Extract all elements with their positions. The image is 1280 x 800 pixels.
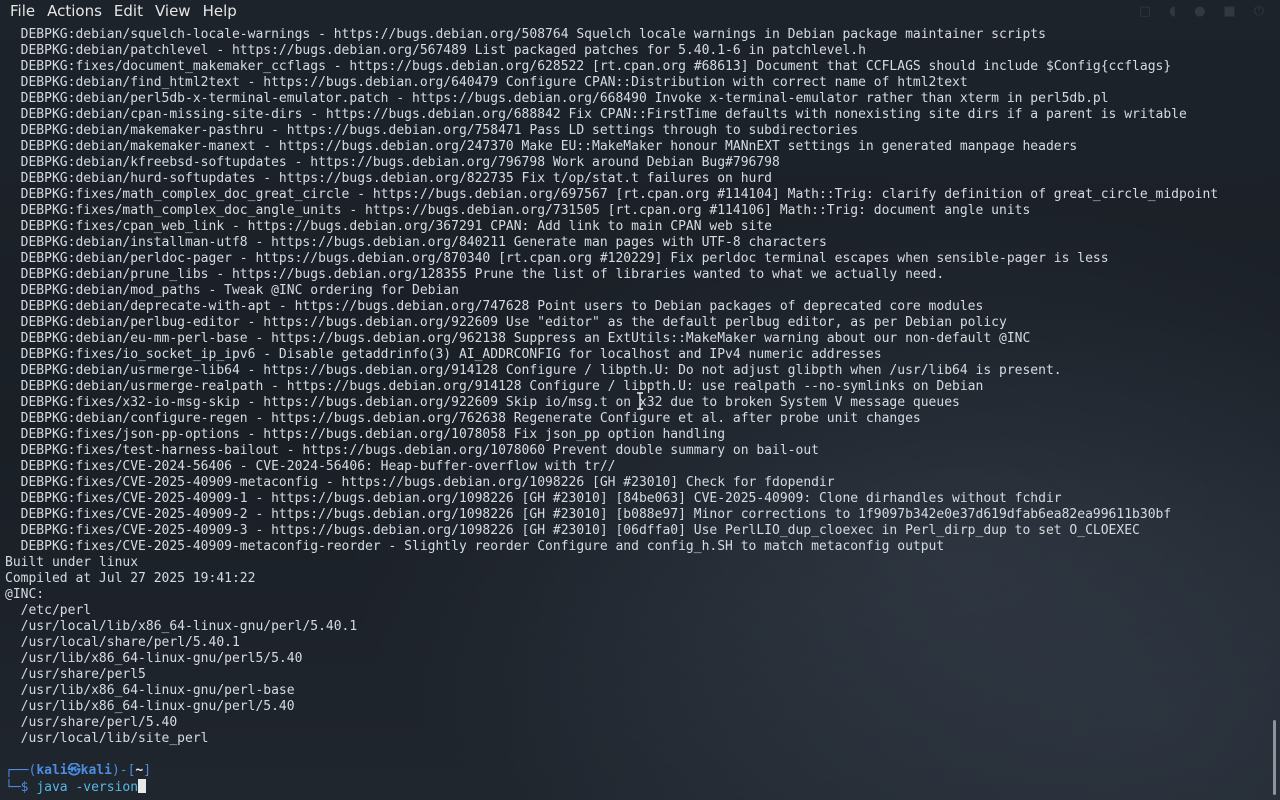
terminal-line: /usr/share/perl/5.40 — [5, 715, 178, 730]
terminal-line: DEBPKG:debian/usrmerge-lib64 - https://b… — [5, 363, 1062, 378]
prompt-user-host: kali㉿kali — [36, 763, 112, 778]
terminal-line: DEBPKG:debian/squelch-locale-warnings - … — [5, 27, 1046, 42]
terminal-line: /usr/local/lib/x86_64-linux-gnu/perl/5.4… — [5, 619, 358, 634]
command-input[interactable]: java -version — [36, 780, 138, 795]
terminal-line: DEBPKG:debian/makemaker-manext - https:/… — [5, 139, 1078, 154]
terminal-line: DEBPKG:debian/cpan-missing-site-dirs - h… — [5, 107, 1187, 122]
terminal-line: DEBPKG:fixes/CVE-2025-40909-2 - https://… — [5, 507, 1172, 522]
terminal-line: DEBPKG:debian/installman-utf8 - https://… — [5, 235, 827, 250]
terminal-line: DEBPKG:debian/makemaker-pasthru - https:… — [5, 123, 859, 138]
text-cursor — [138, 779, 147, 793]
terminal-line: /usr/lib/x86_64-linux-gnu/perl-base — [5, 683, 295, 698]
terminal-line: /usr/lib/x86_64-linux-gnu/perl/5.40 — [5, 699, 295, 714]
ibeam-cursor-icon — [637, 392, 643, 410]
terminal-line: @INC: — [5, 587, 45, 602]
menu-edit[interactable]: Edit — [108, 0, 149, 22]
terminal-line: DEBPKG:debian/perlbug-editor - https://b… — [5, 315, 1007, 330]
terminal-output[interactable]: DEBPKG:debian/squelch-locale-warnings - … — [0, 27, 1280, 800]
terminal-line: DEBPKG:debian/perl5db-x-terminal-emulato… — [5, 91, 1109, 106]
menu-bar: File Actions Edit View Help — [0, 0, 1280, 22]
terminal-line: DEBPKG:fixes/CVE-2025-40909-1 - https://… — [5, 491, 1062, 506]
terminal-line: DEBPKG:fixes/json-pp-options - https://b… — [5, 427, 726, 442]
prompt-corner-top: ┌──( — [5, 763, 37, 778]
prompt-bracket-mid: )-[ — [111, 763, 136, 778]
terminal-line: DEBPKG:debian/patchlevel - https://bugs.… — [5, 43, 866, 58]
terminal-line: DEBPKG:debian/mod_paths - Tweak @INC ord… — [5, 283, 459, 298]
terminal-line: /etc/perl — [5, 603, 92, 618]
terminal-line: DEBPKG:fixes/test-harness-bailout - http… — [5, 443, 819, 458]
terminal-line: /usr/local/share/perl/5.40.1 — [5, 635, 240, 650]
terminal-line: DEBPKG:debian/perldoc-pager - https://bu… — [5, 251, 1109, 266]
terminal-line: /usr/lib/x86_64-linux-gnu/perl5/5.40 — [5, 651, 303, 666]
terminal-line: /usr/local/lib/site_perl — [5, 731, 209, 746]
terminal-line: /usr/share/perl5 — [5, 667, 146, 682]
prompt-input-line[interactable]: └─$ java -version — [5, 779, 1280, 795]
terminal-line: DEBPKG:fixes/math_complex_doc_great_circ… — [5, 187, 1219, 202]
terminal-line: DEBPKG:fixes/io_socket_ip_ipv6 - Disable… — [5, 347, 882, 362]
terminal-line: DEBPKG:fixes/math_complex_doc_angle_unit… — [5, 203, 1031, 218]
terminal-line: DEBPKG:fixes/cpan_web_link - https://bug… — [5, 219, 773, 234]
terminal-line: DEBPKG:fixes/CVE-2025-40909-metaconfig-r… — [5, 539, 945, 554]
menu-view[interactable]: View — [149, 0, 197, 22]
terminal-line: Compiled at Jul 27 2025 19:41:22 — [5, 571, 256, 586]
terminal-line: DEBPKG:debian/configure-regen - https://… — [5, 411, 921, 426]
terminal-line: DEBPKG:fixes/CVE-2025-40909-metaconfig -… — [5, 475, 835, 490]
terminal-line: DEBPKG:debian/kfreebsd-softupdates - htt… — [5, 155, 780, 170]
terminal-line: DEBPKG:debian/find_html2text - https://b… — [5, 75, 968, 90]
terminal-line: DEBPKG:fixes/CVE-2025-40909-3 - https://… — [5, 523, 1140, 538]
terminal-line: DEBPKG:debian/deprecate-with-apt - https… — [5, 299, 984, 314]
menu-actions[interactable]: Actions — [41, 0, 108, 22]
terminal-line: DEBPKG:debian/eu-mm-perl-base - https://… — [5, 331, 1031, 346]
prompt-bracket-end: ] — [143, 763, 152, 778]
terminal-line: DEBPKG:fixes/CVE-2024-56406 - CVE-2024-5… — [5, 459, 616, 474]
terminal-scrollbar[interactable] — [1273, 720, 1276, 795]
prompt-symbol: $ — [20, 780, 37, 795]
menu-file[interactable]: File — [4, 0, 41, 22]
terminal-line: DEBPKG:debian/prune_libs - https://bugs.… — [5, 267, 945, 282]
menu-help[interactable]: Help — [197, 0, 243, 22]
prompt-top-line: ┌──(kali㉿kali)-[~] — [5, 763, 1280, 779]
prompt-corner-bottom: └─ — [5, 780, 21, 795]
terminal-line: Built under linux — [5, 555, 139, 570]
terminal-line: DEBPKG:fixes/document_makemaker_ccflags … — [5, 59, 1172, 74]
terminal-line: DEBPKG:debian/hurd-softupdates - https:/… — [5, 171, 773, 186]
